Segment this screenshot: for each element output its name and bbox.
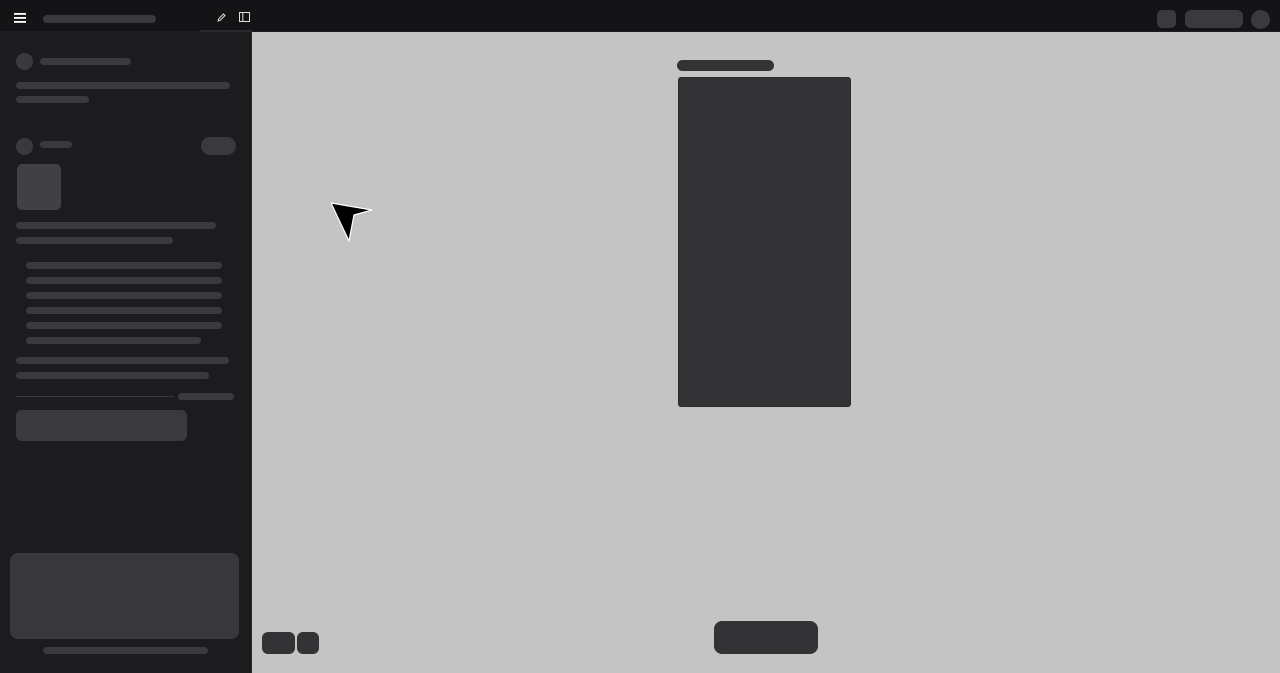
top-bar xyxy=(0,0,1280,32)
name-placeholder xyxy=(40,141,72,148)
button-placeholder[interactable] xyxy=(16,410,187,441)
list-item-placeholder xyxy=(26,277,222,284)
control-button-placeholder[interactable] xyxy=(262,632,295,654)
list-item-placeholder xyxy=(26,292,222,299)
avatar[interactable] xyxy=(1251,10,1270,29)
action-button-placeholder[interactable] xyxy=(714,621,818,654)
hamburger-icon[interactable] xyxy=(10,8,30,28)
pointer-arrow-icon xyxy=(330,202,374,242)
control-button-placeholder[interactable] xyxy=(297,632,319,654)
heading-placeholder xyxy=(677,60,774,71)
text-placeholder xyxy=(16,222,216,229)
thumbnail-placeholder[interactable] xyxy=(17,164,61,210)
divider xyxy=(16,396,174,397)
text-placeholder xyxy=(16,82,230,89)
text-placeholder xyxy=(16,372,209,379)
list-item-placeholder xyxy=(26,307,222,314)
text-placeholder xyxy=(16,237,173,244)
list-item-placeholder xyxy=(26,322,222,329)
avatar-placeholder xyxy=(16,138,33,155)
sidebar xyxy=(0,32,252,673)
label-placeholder xyxy=(178,393,234,400)
main-canvas xyxy=(252,32,1280,673)
text-placeholder xyxy=(16,96,89,103)
list-item-placeholder xyxy=(26,337,201,344)
document-preview-placeholder[interactable] xyxy=(678,77,851,407)
toolbar-action-placeholder[interactable] xyxy=(1185,10,1243,28)
sidebar-panel-icon[interactable] xyxy=(235,8,253,26)
footer-text-placeholder xyxy=(43,647,208,654)
composer-input-placeholder[interactable] xyxy=(10,553,239,639)
toolbar-button-placeholder[interactable] xyxy=(1157,10,1176,28)
avatar-placeholder xyxy=(16,53,33,70)
pencil-icon[interactable] xyxy=(212,8,230,26)
name-placeholder xyxy=(40,58,131,65)
text-placeholder xyxy=(16,357,229,364)
title-placeholder xyxy=(43,15,156,23)
badge-placeholder[interactable] xyxy=(201,137,236,155)
list-item-placeholder xyxy=(26,262,222,269)
